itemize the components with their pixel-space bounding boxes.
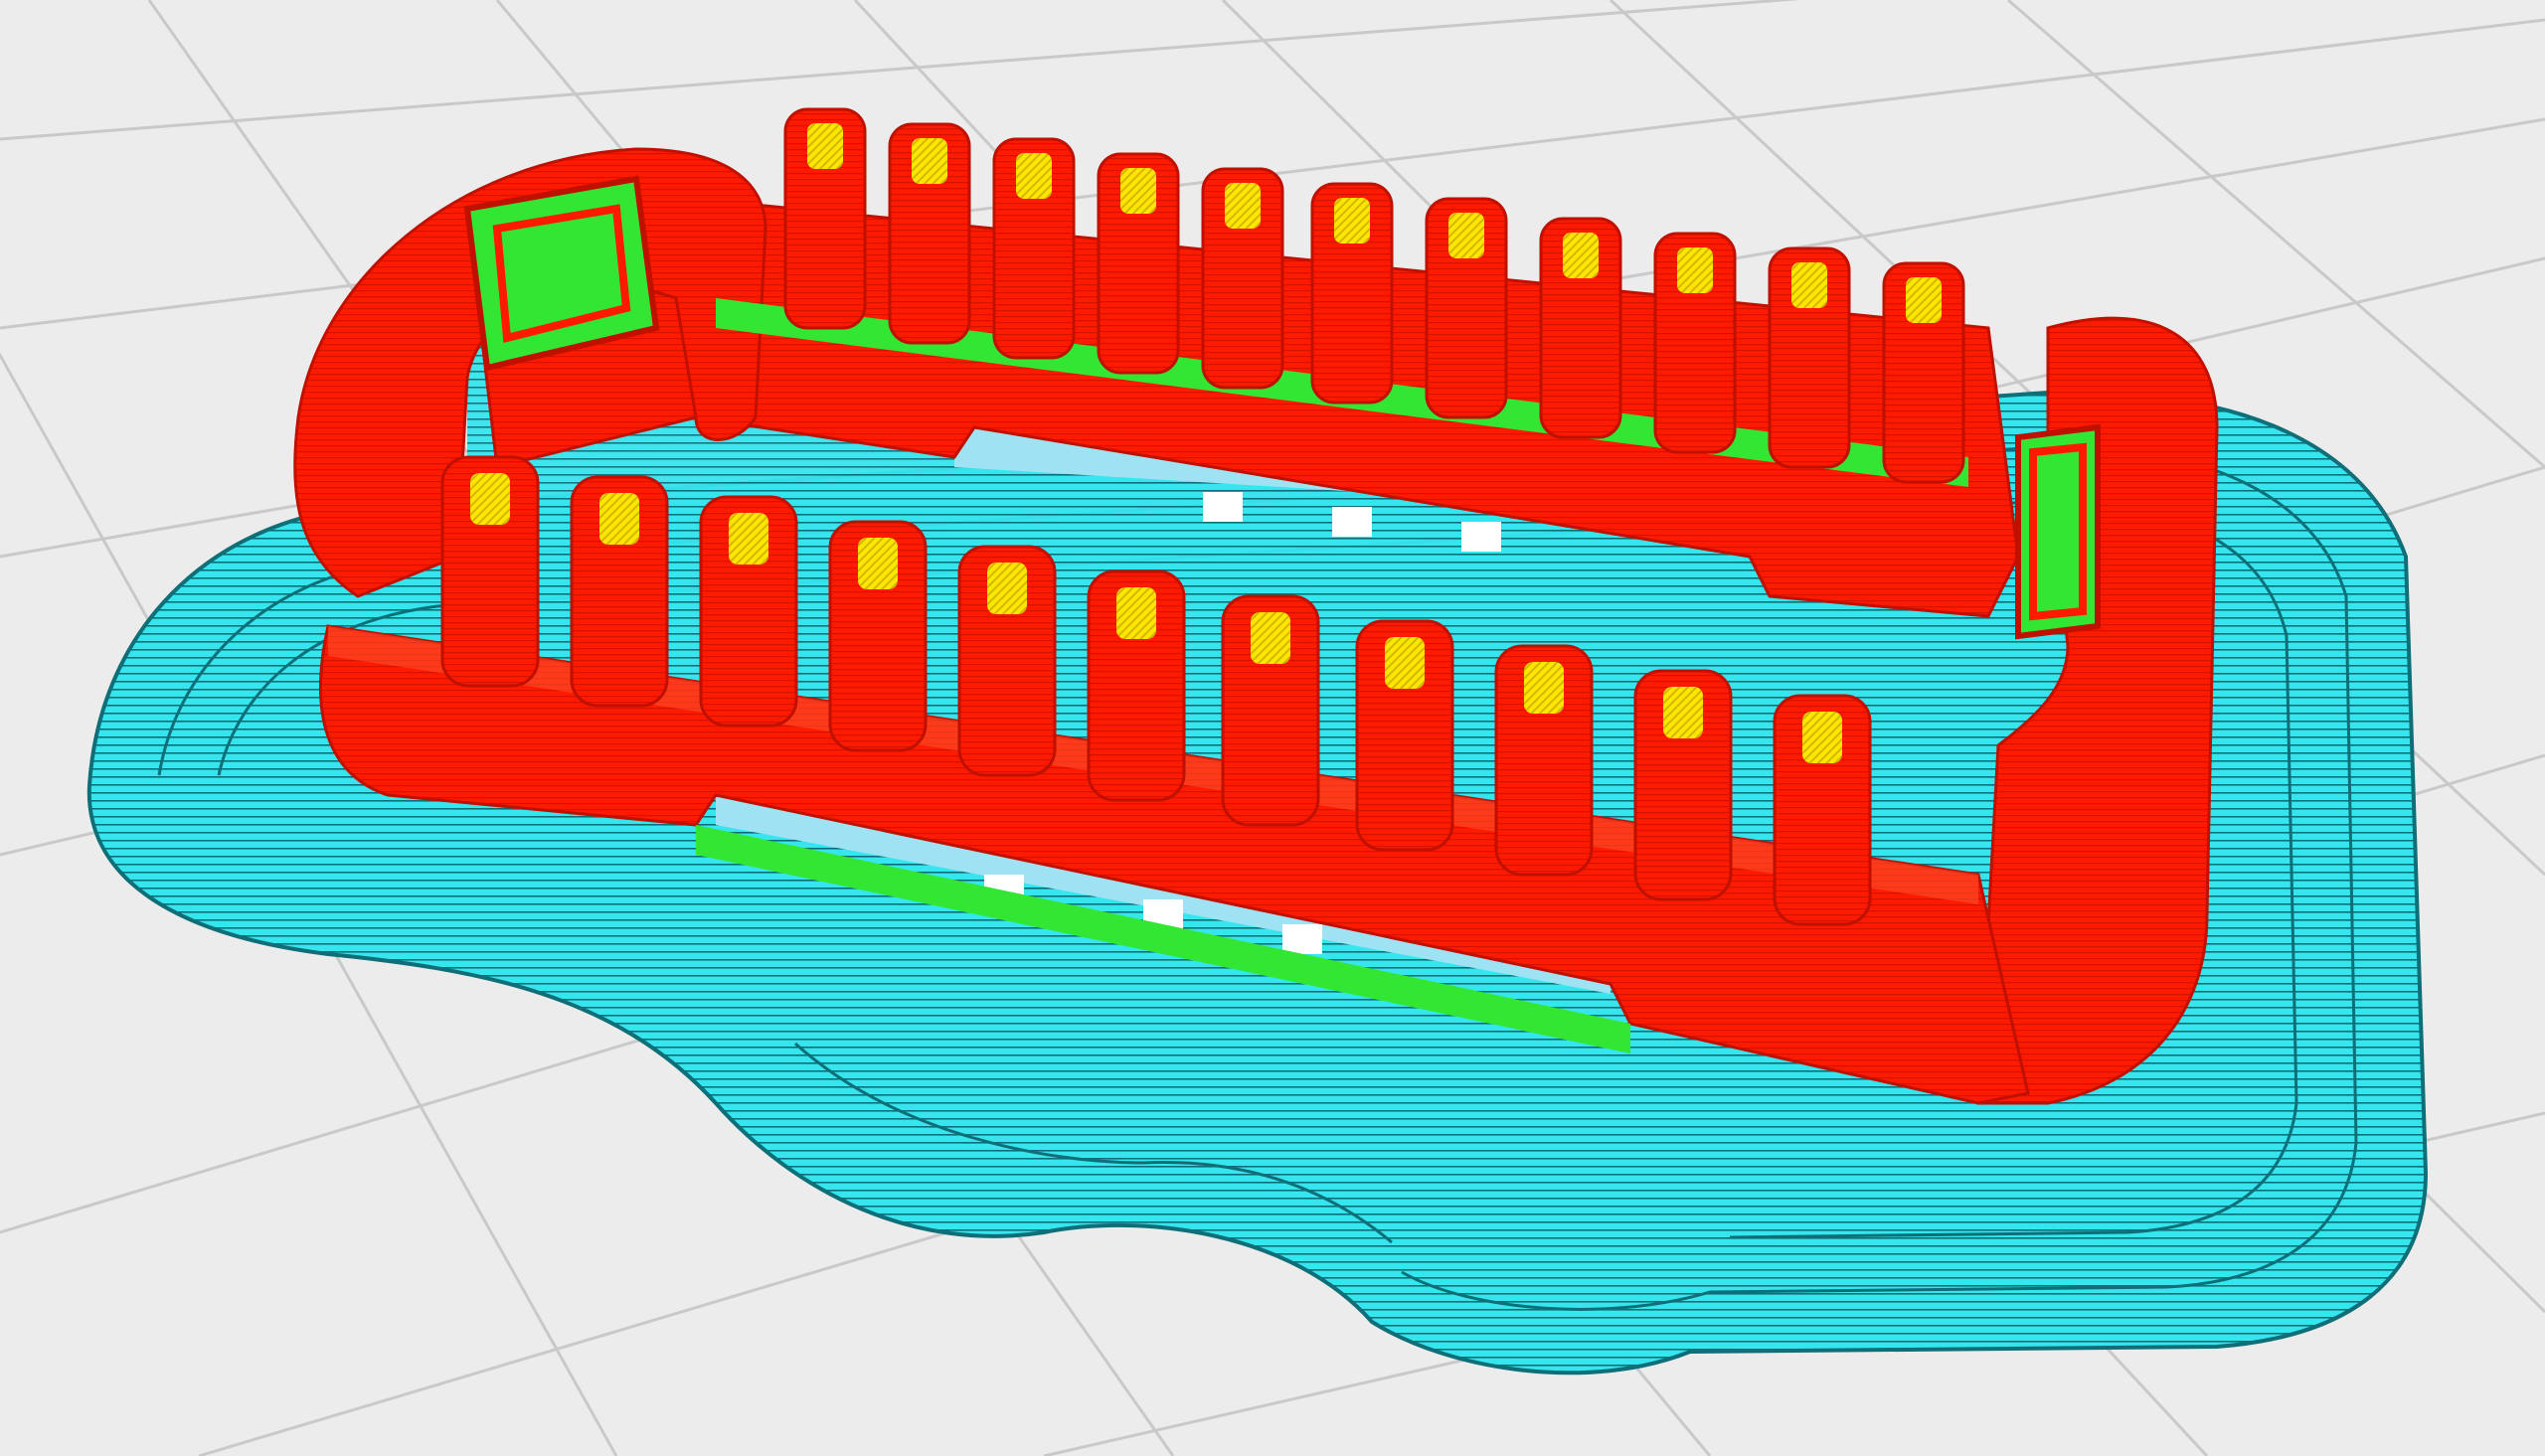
end-cap-right	[2015, 423, 2101, 640]
layer-view-viewport[interactable]	[0, 0, 2545, 1456]
